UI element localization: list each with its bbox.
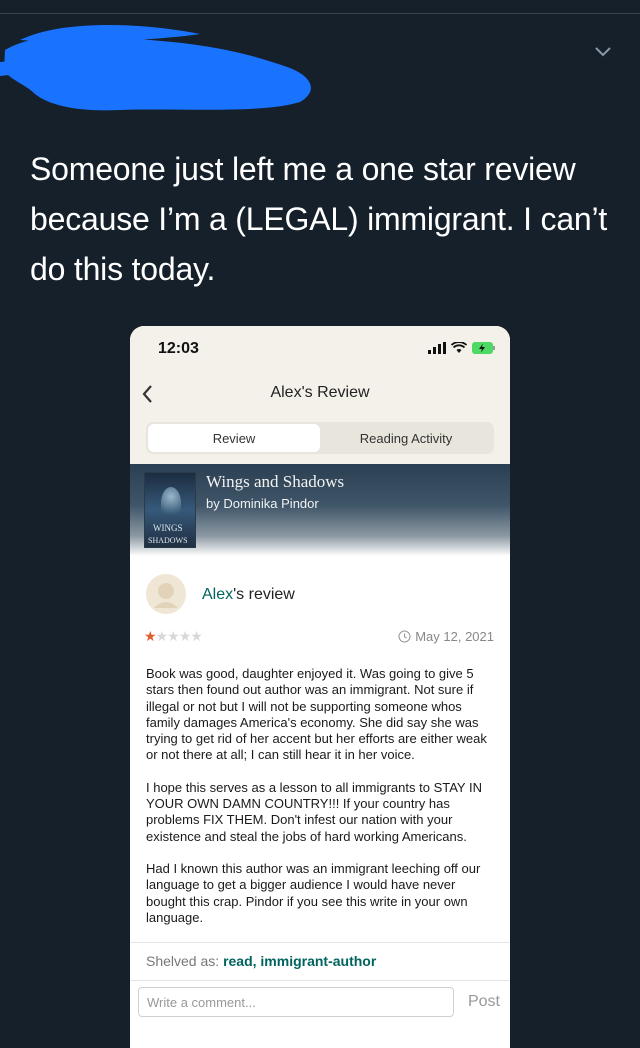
comment-input[interactable]: Write a comment...	[138, 987, 454, 1018]
book-banner[interactable]: WINGS SHADOWS Wings and Shadows by Domin…	[130, 464, 510, 556]
comment-bar: Write a comment... Post	[130, 980, 510, 1025]
review-paragraph: Book was good, daughter enjoyed it. Was …	[146, 666, 487, 763]
star-icon: ★	[155, 628, 169, 644]
review-body: Book was good, daughter enjoyed it. Was …	[130, 656, 510, 926]
default-avatar-icon	[146, 574, 186, 614]
reviewer-heading: Alex's review	[202, 586, 295, 604]
shelf-links[interactable]: read, immigrant-author	[223, 953, 376, 969]
segmented-control: Review Reading Activity	[130, 412, 510, 464]
review-header: Alex's review	[130, 556, 510, 626]
post-button[interactable]: Post	[468, 993, 500, 1011]
redaction-scribble	[0, 24, 311, 111]
avatar[interactable]	[146, 574, 186, 614]
star-icon: ★	[167, 628, 180, 644]
star-icon: ★	[144, 628, 157, 644]
star-rating: ★★★★★	[144, 628, 203, 645]
review-paragraph: I hope this serves as a lesson to all im…	[146, 779, 482, 844]
review-paragraph: Had I known this author was an immigrant…	[146, 860, 481, 925]
status-icons	[428, 342, 496, 354]
page-title: Alex's Review	[270, 384, 370, 401]
shelved-as: Shelved as: read, immigrant-author	[130, 942, 510, 980]
book-title[interactable]: Wings and Shadows	[206, 472, 344, 492]
book-author[interactable]: by Dominika Pindor	[206, 496, 319, 511]
tweet-text: Someone just left me a one star review b…	[30, 151, 608, 287]
tweet-screenshot: Someone just left me a one star review b…	[0, 0, 640, 1048]
tab-reading-activity[interactable]: Reading Activity	[320, 424, 492, 452]
wifi-icon	[451, 342, 467, 353]
clock-icon	[398, 630, 411, 643]
book-cover[interactable]: WINGS SHADOWS	[144, 472, 196, 548]
reviewer-name-link[interactable]: Alex	[202, 586, 233, 603]
review-meta: ★★★★★ May 12, 2021	[130, 626, 510, 656]
cover-figure	[161, 487, 181, 519]
star-icon: ★	[178, 628, 192, 644]
star-icon: ★	[190, 628, 203, 644]
review-date: May 12, 2021	[398, 629, 494, 644]
cover-title-line-2: SHADOWS	[148, 536, 188, 545]
battery-charging-icon	[472, 342, 495, 354]
signal-icon	[428, 342, 446, 354]
tab-review[interactable]: Review	[148, 424, 320, 452]
status-time: 12:03	[158, 340, 199, 357]
reviewer-suffix: 's review	[233, 586, 295, 603]
cover-title-line-1: WINGS	[153, 523, 183, 533]
review-date-text: May 12, 2021	[415, 629, 494, 644]
status-bar: 12:03	[130, 326, 510, 376]
shelved-label: Shelved as:	[146, 953, 220, 970]
nav-bar: Alex's Review	[130, 376, 510, 412]
chevron-down-icon[interactable]	[592, 40, 614, 62]
embedded-app-screenshot: 12:03 Alex's Review Review Reading Activ…	[130, 326, 510, 1048]
